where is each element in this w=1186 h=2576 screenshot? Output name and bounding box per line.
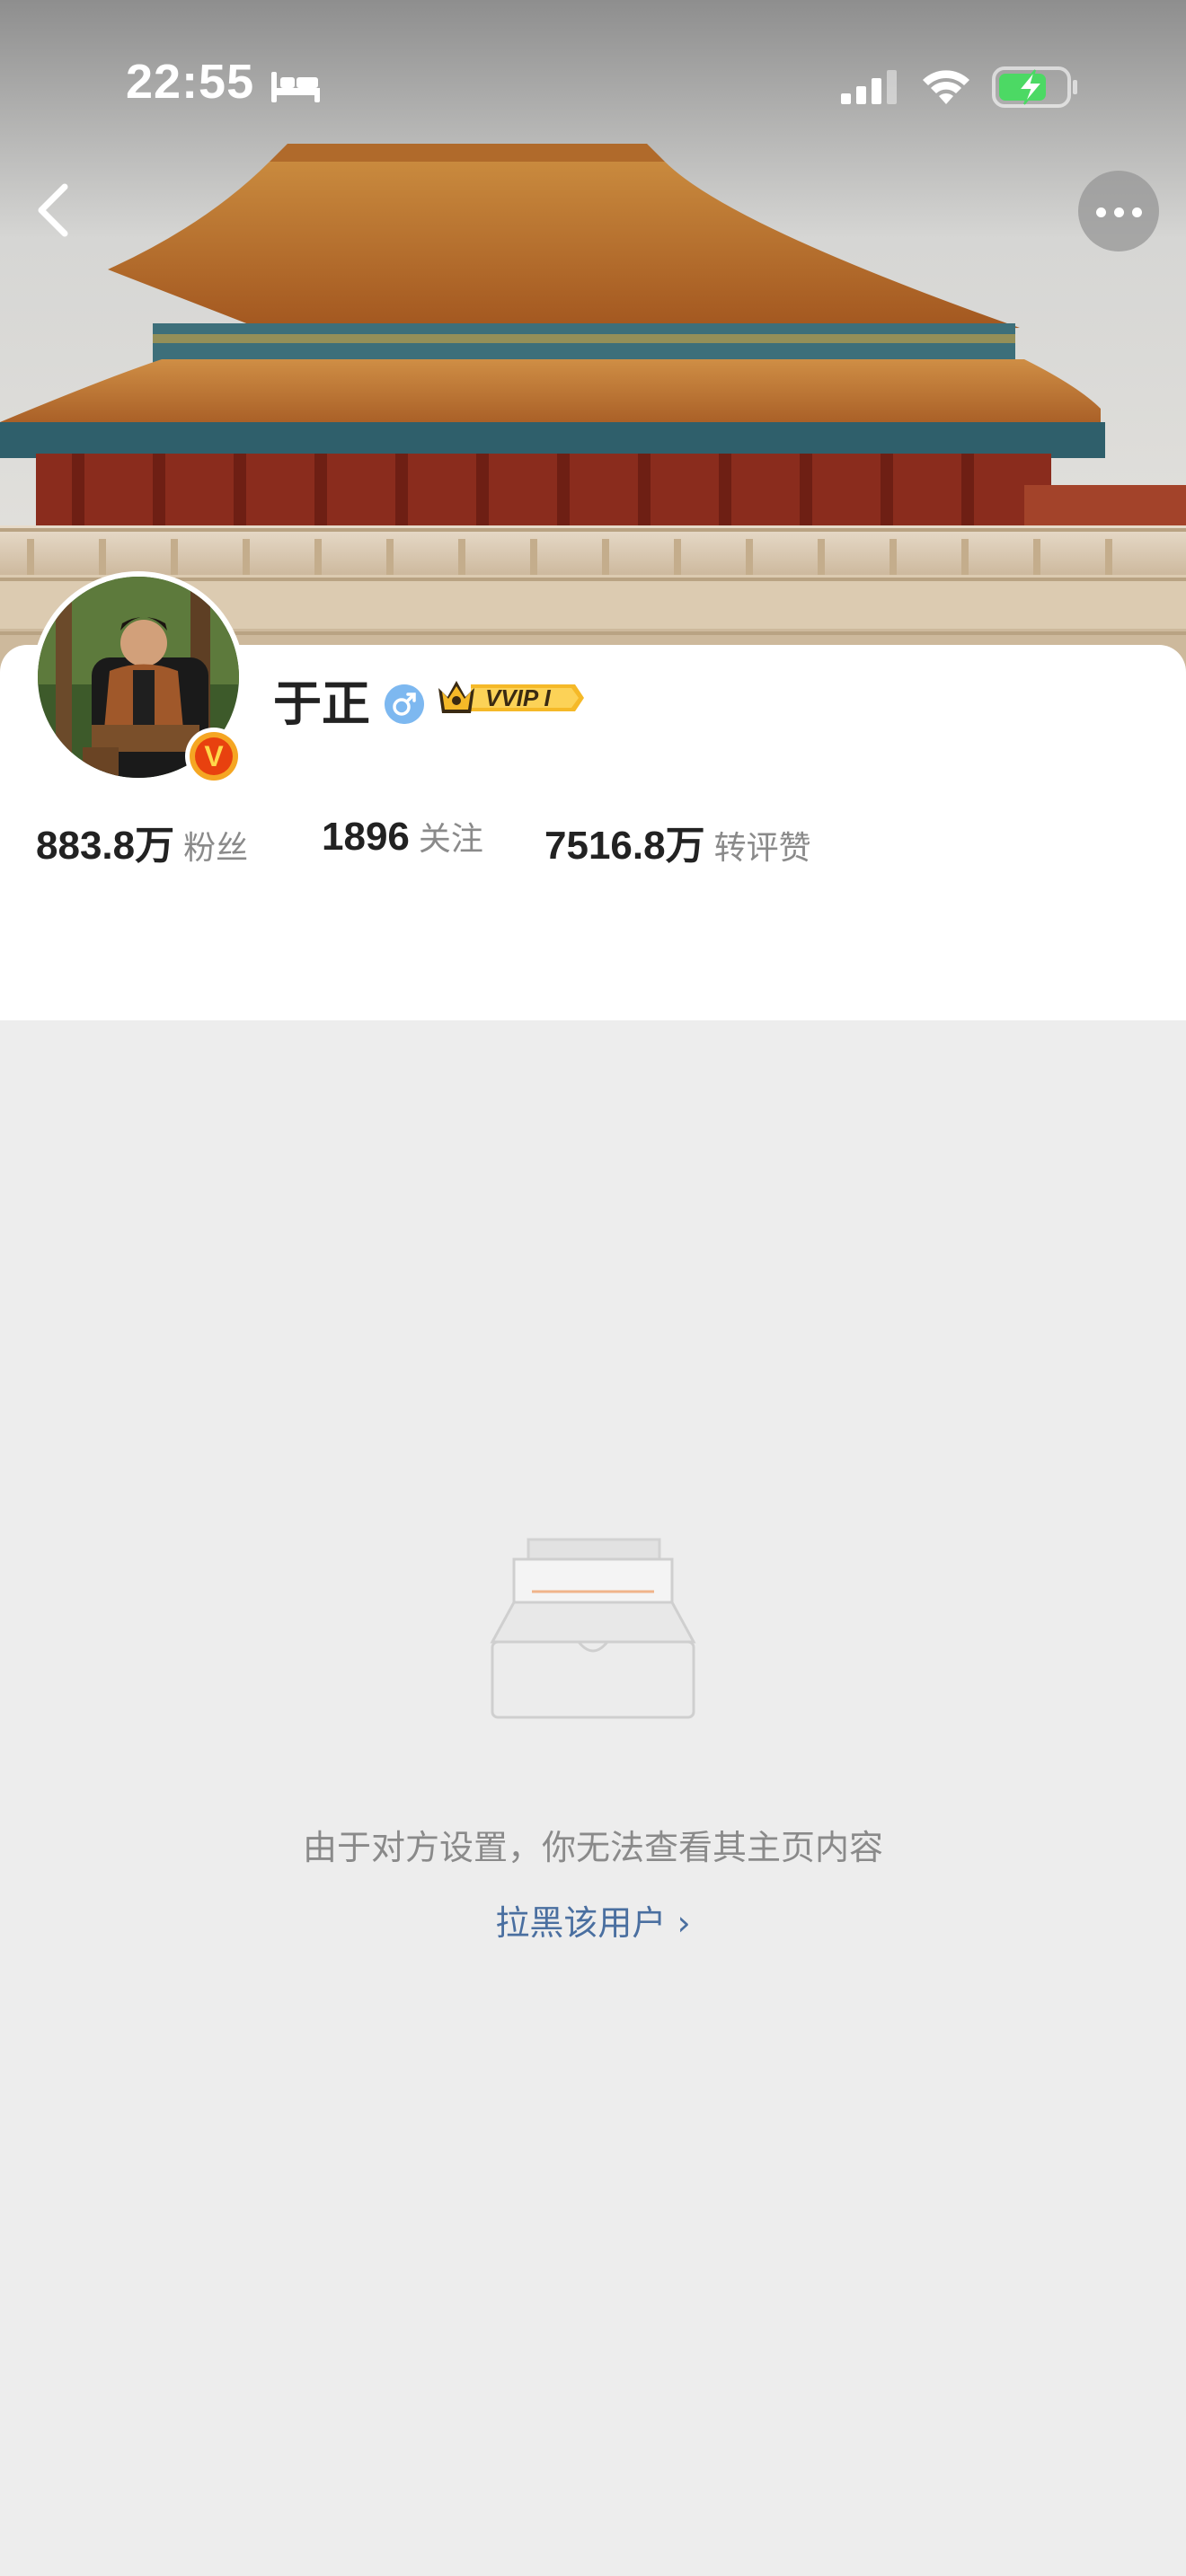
likes-count: 7516.8万 [544,823,705,869]
followers-stat[interactable]: 883.8万 粉丝 [36,813,248,870]
likes-label: 转评赞 [713,830,811,867]
vip-label: VVIP I [485,684,551,711]
status-bar: 22:55 [0,0,1186,171]
following-stat[interactable]: 1896 关注 [322,813,483,860]
followers-count: 883.8万 [36,823,175,869]
following-count: 1896 [322,815,410,859]
more-options-button[interactable] [1078,171,1159,251]
likes-stat[interactable]: 7516.8万 转评赞 [544,813,811,870]
battery-charging-icon [992,66,1077,108]
followers-label: 粉丝 [183,830,249,867]
block-user-link[interactable]: 拉黑该用户 › [0,1895,1186,1945]
verified-badge: V [185,728,243,785]
following-label: 关注 [418,821,483,858]
vip-badge[interactable]: VVIP I [435,675,584,720]
wifi-icon [923,70,969,104]
verified-v-icon: V [195,737,233,775]
cellular-signal-icon [841,70,897,104]
restricted-message: 由于对方设置，你无法查看其主页内容 [302,1828,883,1867]
chevron-left-icon[interactable] [20,176,88,244]
profile-name: 于正 [273,675,370,732]
bed-icon [271,72,320,102]
status-time: 22:55 [126,55,255,109]
empty-inbox-icon [490,1538,696,1719]
male-icon [385,684,424,724]
more-horizontal-icon [1096,207,1106,217]
